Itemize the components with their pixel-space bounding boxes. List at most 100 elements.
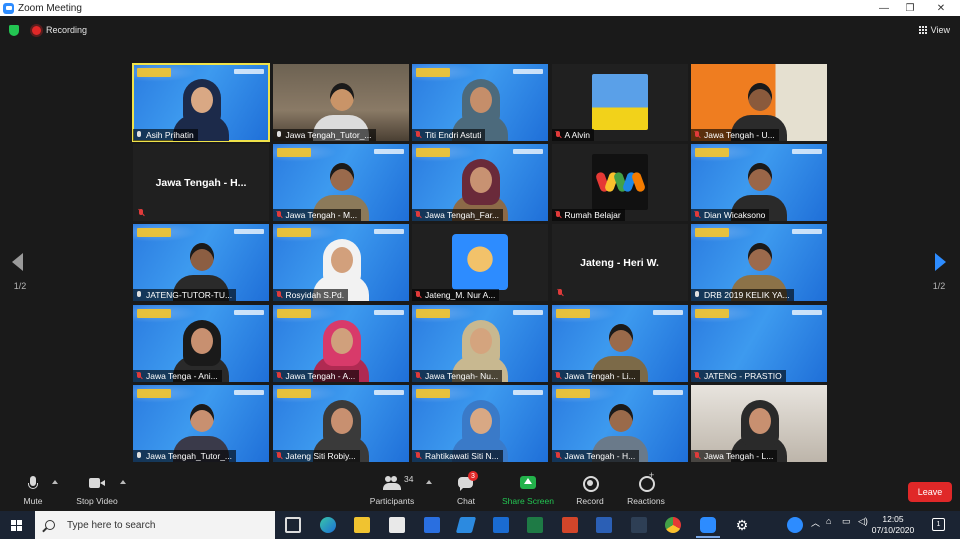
leave-button[interactable]: Leave bbox=[908, 482, 952, 502]
close-icon[interactable]: ✕ bbox=[926, 0, 956, 16]
window-title-bar: Zoom Meeting — ❐ ✕ bbox=[0, 0, 960, 16]
tray-chevron-icon[interactable]: ︿ bbox=[811, 516, 820, 529]
taskbar-clock[interactable]: 12:05 07/10/2020 bbox=[868, 514, 918, 536]
dropbox-icon[interactable] bbox=[424, 517, 440, 533]
video-tile[interactable]: Jawa Tengah- Nu... bbox=[412, 304, 548, 382]
video-tile[interactable]: Jawa Tengah - U... bbox=[691, 64, 827, 141]
grid-view-icon bbox=[918, 26, 927, 34]
next-page-arrow-icon[interactable] bbox=[935, 253, 946, 271]
store-icon[interactable] bbox=[389, 517, 405, 533]
chat-button[interactable]: 3 Chat bbox=[452, 470, 480, 511]
participant-name: Dian Wicaksono bbox=[704, 210, 766, 221]
excel-icon[interactable] bbox=[527, 517, 543, 533]
video-tile[interactable]: Jawa Tengah - A... bbox=[272, 304, 409, 382]
video-tile[interactable]: Jateng - Heri W. bbox=[551, 224, 688, 302]
video-tile[interactable]: Asih Prihatin bbox=[132, 63, 270, 142]
video-tile[interactable]: Rumah Belajar bbox=[551, 144, 688, 222]
participant-name: Rahtikawati Siti N... bbox=[425, 450, 499, 461]
battery-icon[interactable]: ▭ bbox=[842, 516, 851, 527]
share-screen-label: Share Screen bbox=[502, 496, 554, 506]
video-tile[interactable]: Dian Wicaksono bbox=[691, 144, 827, 222]
powerpoint-icon[interactable] bbox=[562, 517, 578, 533]
muted-mic-icon bbox=[415, 371, 421, 380]
muted-mic-icon bbox=[556, 289, 564, 298]
participants-count: 34 bbox=[404, 474, 414, 484]
network-icon[interactable]: ⌂ bbox=[826, 516, 831, 526]
video-tile[interactable]: Jawa Tengah_Tutor_... bbox=[133, 384, 269, 462]
restore-icon[interactable]: ❐ bbox=[895, 0, 925, 16]
video-tile[interactable]: Jawa Tengah - L... bbox=[691, 384, 827, 462]
search-icon bbox=[45, 520, 55, 530]
task-view-icon[interactable] bbox=[285, 517, 301, 533]
video-tile[interactable]: Jateng_M. Nur A... bbox=[412, 224, 548, 302]
video-tile[interactable]: Titi Endri Astuti bbox=[412, 64, 548, 141]
participant-name: Jawa Tengah_Tutor_... bbox=[285, 130, 372, 140]
participant-name-bar: Titi Endri Astuti bbox=[412, 129, 486, 141]
recording-dot-icon bbox=[32, 25, 41, 35]
participants-icon: 34 bbox=[382, 474, 413, 491]
notification-center-icon[interactable]: 1 bbox=[932, 518, 945, 531]
participant-name-bar: Jawa Tengah_Tutor_... bbox=[272, 129, 376, 141]
participant-name: Jawa Tengah - L... bbox=[704, 450, 774, 461]
muted-mic-icon bbox=[276, 451, 282, 460]
video-tile[interactable]: Jawa Tengah_Far... bbox=[412, 144, 548, 222]
mute-button[interactable]: Mute bbox=[18, 470, 48, 511]
chat-icon: 3 bbox=[456, 471, 478, 491]
video-tile[interactable]: Jateng Siti Robiy... bbox=[272, 384, 409, 462]
app-lightning-icon[interactable] bbox=[455, 517, 477, 533]
chrome-icon[interactable] bbox=[665, 517, 681, 533]
settings-gear-icon[interactable]: ⚙ bbox=[734, 517, 750, 533]
video-tile[interactable]: A Alvin bbox=[551, 64, 688, 141]
previous-page-arrow-icon[interactable] bbox=[12, 253, 23, 271]
record-button[interactable]: Record bbox=[574, 470, 606, 511]
video-tile[interactable]: JATENG-TUTOR-TU... bbox=[133, 224, 269, 302]
view-button[interactable]: View bbox=[918, 25, 950, 35]
zoom-taskbar-icon[interactable] bbox=[696, 517, 720, 538]
participants-button[interactable]: 34 Participants bbox=[368, 470, 416, 511]
video-tile[interactable]: JATENG - PRASTIO bbox=[691, 304, 827, 382]
edge-browser-icon[interactable] bbox=[320, 517, 336, 533]
video-tile[interactable]: Jawa Tengah_Tutor_... bbox=[272, 64, 409, 141]
participant-name: Rosyidah S.Pd. bbox=[285, 290, 345, 301]
help-icon[interactable] bbox=[787, 517, 803, 533]
participant-name-bar: Rumah Belajar bbox=[551, 209, 625, 222]
share-screen-button[interactable]: Share Screen bbox=[502, 470, 554, 511]
participants-options-caret-icon[interactable] bbox=[426, 480, 432, 484]
mail-icon[interactable] bbox=[493, 517, 509, 533]
meeting-toolbar: Mute Stop Video 34 Participants 3 Chat S… bbox=[0, 470, 960, 511]
participant-name: Jawa Tengah - M... bbox=[285, 210, 358, 221]
participant-name: JATENG-TUTOR-TU... bbox=[146, 290, 233, 301]
muted-mic-icon bbox=[415, 211, 421, 219]
participant-name-bar: Jawa Tengah- Nu... bbox=[412, 369, 503, 382]
word-icon[interactable] bbox=[596, 517, 612, 533]
file-explorer-icon[interactable] bbox=[354, 517, 370, 533]
app-arrow-icon[interactable] bbox=[631, 517, 647, 533]
video-tile[interactable]: Jawa Tenga - Ani... bbox=[133, 304, 269, 382]
recording-indicator[interactable]: Recording bbox=[32, 25, 87, 35]
reactions-smiley-icon bbox=[636, 470, 656, 492]
video-tile[interactable]: Rosyidah S.Pd. bbox=[272, 224, 409, 302]
stop-video-button[interactable]: Stop Video bbox=[74, 470, 120, 511]
page-indicator-right: 1/2 bbox=[932, 281, 946, 291]
reactions-button[interactable]: Reactions bbox=[626, 470, 666, 511]
clock-time: 12:05 bbox=[882, 514, 904, 524]
audio-options-caret-icon[interactable] bbox=[52, 480, 58, 484]
participant-name: Rumah Belajar bbox=[564, 210, 621, 221]
video-tile[interactable]: DRB 2019 KELIK YA... bbox=[691, 224, 827, 302]
video-tile[interactable]: Rahtikawati Siti N... bbox=[412, 384, 548, 462]
gallery-video-grid: Asih Prihatin Jawa Tengah_Tutor_... Titi E… bbox=[132, 63, 827, 462]
muted-mic-icon bbox=[555, 131, 561, 139]
muted-mic-icon bbox=[694, 131, 700, 139]
muted-mic-icon bbox=[136, 371, 142, 380]
video-tile[interactable]: Jawa Tengah - H... bbox=[133, 144, 269, 222]
security-shield-icon[interactable] bbox=[9, 25, 19, 36]
video-tile[interactable]: Jawa Tengah - Li... bbox=[551, 304, 688, 382]
video-tile[interactable]: Jawa Tengah - M... bbox=[272, 144, 409, 222]
muted-mic-icon bbox=[415, 131, 421, 139]
volume-icon[interactable]: ◁) bbox=[858, 516, 868, 527]
video-options-caret-icon[interactable] bbox=[120, 480, 126, 484]
share-screen-icon bbox=[518, 475, 538, 491]
video-tile[interactable]: Jawa Tengah - H... bbox=[551, 384, 688, 462]
taskbar-search-box[interactable]: Type here to search bbox=[35, 511, 275, 539]
windows-start-icon[interactable] bbox=[11, 520, 22, 531]
